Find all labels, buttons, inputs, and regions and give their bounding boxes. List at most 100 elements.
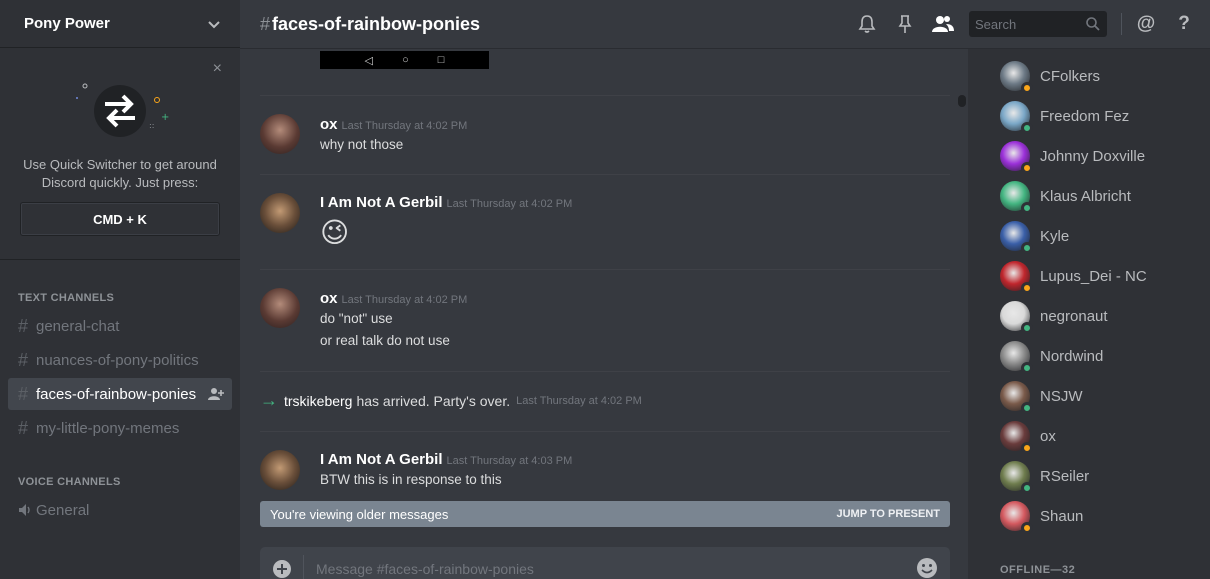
join-text: has arrived. Party's over.: [356, 392, 511, 409]
member-item[interactable]: Johnny Doxville: [1000, 136, 1200, 176]
hash-icon: #: [18, 383, 29, 404]
avatar[interactable]: [260, 450, 300, 490]
avatar[interactable]: [260, 193, 300, 233]
header-divider: [1121, 13, 1122, 35]
avatar[interactable]: [1000, 141, 1033, 174]
member-name: ox: [1040, 427, 1056, 445]
text-channels-header[interactable]: TEXT CHANNELS: [0, 292, 240, 304]
search-placeholder: Search: [975, 16, 1017, 32]
avatar[interactable]: [1000, 421, 1033, 454]
message-text: BTW this is in response to this: [320, 472, 502, 487]
channel-label: nuances-of-pony-politics: [36, 351, 199, 369]
timestamp: Last Thursday at 4:02 PM: [446, 198, 573, 210]
voice-channel-general[interactable]: General: [8, 494, 232, 526]
voice-channels-header[interactable]: VOICE CHANNELS: [0, 476, 240, 488]
status-indicator: [1021, 242, 1033, 254]
timestamp: Last Thursday at 4:02 PM: [341, 120, 468, 132]
member-item[interactable]: Kyle: [1000, 216, 1200, 256]
bell-icon[interactable]: [855, 12, 879, 36]
message-list[interactable]: ◁ ○ □ ox Last Thursday at 4:02 PM why not t…: [240, 49, 968, 527]
channel-nuances-of-pony-politics[interactable]: # nuances-of-pony-politics: [8, 344, 232, 376]
close-icon[interactable]: ×: [213, 60, 222, 78]
avatar[interactable]: [1000, 501, 1033, 534]
member-item[interactable]: RSeiler: [1000, 456, 1200, 496]
hash-icon: #: [18, 349, 29, 370]
avatar[interactable]: [1000, 301, 1033, 334]
status-indicator: [1021, 82, 1033, 94]
quick-switcher-shortcut[interactable]: CMD + K: [20, 202, 220, 236]
member-name: RSeiler: [1040, 467, 1090, 485]
upload-button[interactable]: [260, 555, 304, 579]
older-messages-text: You're viewing older messages: [270, 506, 449, 522]
avatar[interactable]: [1000, 181, 1033, 214]
channel-faces-of-rainbow-ponies[interactable]: # faces-of-rainbow-ponies: [8, 378, 232, 410]
message-input[interactable]: Message #faces-of-rainbow-ponies: [316, 561, 534, 577]
channel-sidebar: Pony Power × + :: Use Quick Switcher to …: [0, 0, 240, 579]
help-icon[interactable]: ?: [1172, 12, 1196, 36]
message-text: or real talk do not use: [320, 333, 450, 348]
older-messages-bar[interactable]: You're viewing older messages JUMP TO PR…: [260, 501, 950, 527]
message-text: do "not" use: [320, 311, 393, 326]
member-item[interactable]: CFolkers: [1000, 56, 1200, 96]
server-header[interactable]: Pony Power: [0, 0, 240, 48]
username[interactable]: I Am Not A Gerbil: [320, 451, 443, 468]
username[interactable]: ox: [320, 290, 338, 307]
recents-icon: □: [437, 54, 445, 66]
member-name: CFolkers: [1040, 67, 1101, 85]
status-indicator: [1021, 402, 1033, 414]
mentions-icon[interactable]: @: [1134, 12, 1158, 36]
member-item[interactable]: Shaun: [1000, 496, 1200, 536]
username[interactable]: ox: [320, 116, 338, 133]
username[interactable]: I Am Not A Gerbil: [320, 194, 443, 211]
status-indicator: [1021, 362, 1033, 374]
avatar[interactable]: [1000, 101, 1033, 134]
avatar[interactable]: [260, 288, 300, 328]
embedded-image[interactable]: ◁ ○ □: [320, 51, 489, 69]
member-item[interactable]: negronaut: [1000, 296, 1200, 336]
wink-emoji: 😉: [320, 217, 350, 248]
back-icon: ◁: [364, 54, 373, 67]
member-name: Johnny Doxville: [1040, 147, 1146, 165]
scrollbar-thumb[interactable]: [958, 95, 966, 107]
timestamp: Last Thursday at 4:03 PM: [446, 455, 573, 467]
member-item[interactable]: ox: [1000, 416, 1200, 456]
server-name: Pony Power: [24, 15, 110, 32]
member-item[interactable]: Lupus_Dei - NC: [1000, 256, 1200, 296]
member-item[interactable]: Klaus Albricht: [1000, 176, 1200, 216]
member-name: NSJW: [1040, 387, 1083, 405]
member-list: CFolkers Freedom Fez Johnny Doxville Klaus …: [968, 49, 1210, 579]
channel-header: # faces-of-rainbow-ponies Search @ ?: [240, 0, 1210, 49]
member-item[interactable]: Nordwind: [1000, 336, 1200, 376]
arrow-right-icon: →: [260, 390, 278, 410]
avatar[interactable]: [1000, 461, 1033, 494]
pin-icon[interactable]: [893, 12, 917, 36]
member-item[interactable]: NSJW: [1000, 376, 1200, 416]
username[interactable]: trskikeberg: [284, 393, 352, 409]
member-item[interactable]: Freedom Fez: [1000, 96, 1200, 136]
avatar[interactable]: [260, 114, 300, 154]
hash-icon: #: [18, 417, 29, 438]
channel-label: general-chat: [36, 317, 120, 335]
search-input[interactable]: Search: [969, 11, 1107, 37]
jump-to-present-button[interactable]: JUMP TO PRESENT: [836, 508, 940, 520]
channel-general-chat[interactable]: # general-chat: [8, 310, 232, 342]
quick-switcher-icon: + ::: [65, 78, 175, 148]
avatar[interactable]: [1000, 221, 1033, 254]
speaker-icon: [19, 504, 30, 516]
home-icon: ○: [402, 54, 409, 66]
avatar[interactable]: [1000, 381, 1033, 414]
avatar[interactable]: [1000, 341, 1033, 374]
channel-label: my-little-pony-memes: [36, 419, 180, 437]
avatar[interactable]: [1000, 61, 1033, 94]
status-indicator: [1021, 442, 1033, 454]
timestamp: Last Thursday at 4:02 PM: [341, 294, 468, 306]
member-name: Shaun: [1040, 507, 1084, 525]
invite-user-icon[interactable]: [208, 387, 224, 401]
channel-my-little-pony-memes[interactable]: # my-little-pony-memes: [8, 412, 232, 444]
members-icon[interactable]: [931, 12, 955, 36]
avatar[interactable]: [1000, 261, 1033, 294]
emoji-icon[interactable]: [916, 557, 938, 579]
chevron-down-icon[interactable]: [206, 16, 222, 32]
status-indicator: [1021, 162, 1033, 174]
message-group: ox Last Thursday at 4:02 PM why not those: [260, 95, 950, 175]
